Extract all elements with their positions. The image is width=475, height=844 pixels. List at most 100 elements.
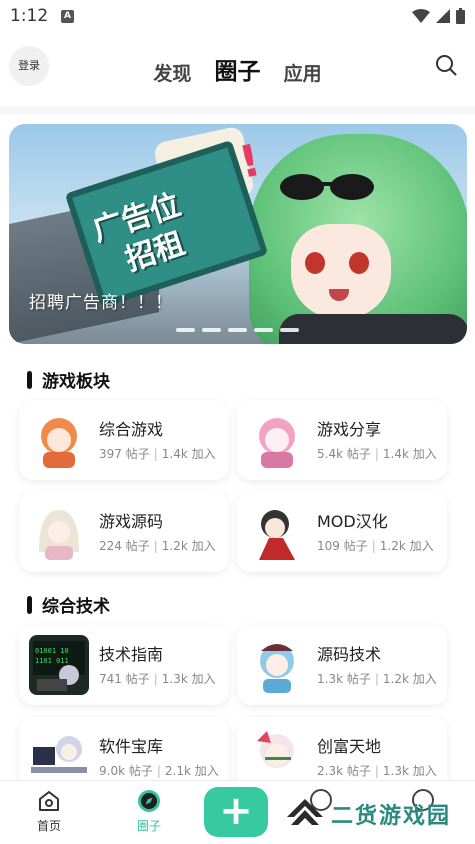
member-count: 1.2k 加入 bbox=[161, 539, 216, 553]
circle-card-game-share[interactable]: 游戏分享 5.4k 帖子 | 1.4k 加入 bbox=[237, 400, 447, 480]
promo-banner[interactable]: GO! 广告位 招租 招聘广告商！！！ bbox=[9, 124, 467, 344]
header-divider bbox=[0, 106, 475, 114]
nav-circle[interactable]: 圈子 bbox=[119, 789, 179, 834]
watermark-logo-icon bbox=[287, 799, 323, 825]
status-icons bbox=[412, 8, 465, 24]
banner-character-eye bbox=[305, 252, 325, 274]
wifi-icon bbox=[412, 9, 430, 23]
circle-stats: 397 帖子 | 1.4k 加入 bbox=[99, 445, 216, 462]
nav-home[interactable]: 首页 bbox=[19, 789, 79, 834]
post-count: 109 帖子 bbox=[317, 539, 368, 553]
tab-apps[interactable]: 应用 bbox=[284, 59, 322, 86]
member-count: 1.4k 加入 bbox=[382, 447, 437, 461]
circle-name: 软件宝库 bbox=[99, 737, 164, 756]
circle-name: 游戏源码 bbox=[99, 512, 164, 531]
banner-character-face bbox=[291, 224, 391, 319]
search-icon[interactable] bbox=[435, 54, 457, 76]
red-dress-chibi-avatar bbox=[247, 502, 307, 562]
banner-caption: 招聘广告商！！！ bbox=[29, 293, 173, 313]
post-count: 397 帖子 bbox=[99, 447, 150, 461]
notification-icon: A bbox=[61, 10, 74, 23]
circle-stats: 1.3k 帖子 | 1.2k 加入 bbox=[317, 670, 437, 687]
desk-chibi-avatar bbox=[29, 727, 89, 787]
pagination-dot[interactable] bbox=[202, 328, 221, 332]
section-marker bbox=[27, 595, 32, 614]
stats-separator: | bbox=[371, 539, 376, 553]
tab-discover[interactable]: 发现 bbox=[153, 59, 191, 86]
section-title-text: 综合技术 bbox=[42, 597, 110, 617]
post-count: 224 帖子 bbox=[99, 539, 150, 553]
stats-separator: | bbox=[374, 447, 379, 461]
signal-icon bbox=[436, 9, 450, 23]
stats-separator: | bbox=[374, 672, 379, 686]
nav-circle-label: 圈子 bbox=[136, 819, 161, 833]
compass-icon bbox=[138, 790, 160, 812]
svg-text:1101 011: 1101 011 bbox=[35, 657, 69, 665]
circle-stats: 9.0k 帖子 | 2.1k 加入 bbox=[99, 762, 219, 779]
pagination-dot[interactable] bbox=[280, 328, 299, 332]
watermark-text: 二货游戏园 bbox=[331, 804, 452, 829]
stats-separator: | bbox=[156, 764, 161, 778]
top-tabs: 发现 圈子 应用 bbox=[0, 52, 475, 86]
post-count: 741 帖子 bbox=[99, 672, 150, 686]
circle-name: 综合游戏 bbox=[99, 420, 164, 439]
stats-separator: | bbox=[153, 672, 158, 686]
status-bar: 1:12 A bbox=[0, 0, 475, 34]
orange-hair-chibi-avatar bbox=[29, 410, 89, 470]
computer-chibi-avatar: 01001 10 1101 011 bbox=[29, 635, 89, 695]
pagination-dot[interactable] bbox=[254, 328, 273, 332]
top-header: 登录 发现 圈子 应用 bbox=[0, 40, 475, 96]
member-count: 1.3k 加入 bbox=[382, 764, 437, 778]
blue-hair-chibi-avatar bbox=[247, 635, 307, 695]
pagination-dot[interactable] bbox=[176, 328, 195, 332]
post-count: 1.3k 帖子 bbox=[317, 672, 371, 686]
add-post-button[interactable]: + bbox=[204, 787, 268, 837]
circle-card-tech-guide[interactable]: 01001 10 1101 011 技术指南 741 帖子 | 1.3k 加入 bbox=[19, 625, 229, 705]
banner-character-jacket bbox=[279, 314, 467, 344]
sunglasses-illustration bbox=[280, 174, 374, 200]
banner-character-eye bbox=[349, 252, 369, 274]
circle-card-mod-localization[interactable]: MOD汉化 109 帖子 | 1.2k 加入 bbox=[237, 492, 447, 572]
circle-card-source-tech[interactable]: 源码技术 1.3k 帖子 | 1.2k 加入 bbox=[237, 625, 447, 705]
tab-circle[interactable]: 圈子 bbox=[215, 52, 261, 86]
circle-stats: 109 帖子 | 1.2k 加入 bbox=[317, 537, 434, 554]
circle-name: MOD汉化 bbox=[317, 512, 388, 531]
circle-name: 技术指南 bbox=[99, 645, 164, 664]
stats-separator: | bbox=[153, 539, 158, 553]
circle-card-general-games[interactable]: 综合游戏 397 帖子 | 1.4k 加入 bbox=[19, 400, 229, 480]
member-count: 2.1k 加入 bbox=[164, 764, 219, 778]
white-hair-chibi-avatar bbox=[247, 727, 307, 787]
pagination-dot[interactable] bbox=[228, 328, 247, 332]
circle-card-game-source[interactable]: 游戏源码 224 帖子 | 1.2k 加入 bbox=[19, 492, 229, 572]
circle-stats: 224 帖子 | 1.2k 加入 bbox=[99, 537, 216, 554]
bottom-navigation: 首页 圈子 + 二货游戏园 bbox=[0, 780, 475, 844]
watermark: 二货游戏园 bbox=[285, 797, 451, 831]
member-count: 1.4k 加入 bbox=[161, 447, 216, 461]
pink-hair-chibi-avatar bbox=[247, 410, 307, 470]
svg-text:01001 10: 01001 10 bbox=[35, 647, 69, 655]
status-time: 1:12 bbox=[10, 6, 49, 26]
member-count: 1.2k 加入 bbox=[379, 539, 434, 553]
banner-pagination bbox=[176, 328, 299, 332]
post-count: 9.0k 帖子 bbox=[99, 764, 153, 778]
post-count: 2.3k 帖子 bbox=[317, 764, 371, 778]
nav-home-label: 首页 bbox=[36, 819, 61, 833]
section-marker bbox=[27, 370, 32, 389]
hooded-chibi-avatar bbox=[29, 502, 89, 562]
circle-name: 游戏分享 bbox=[317, 420, 382, 439]
circle-stats: 741 帖子 | 1.3k 加入 bbox=[99, 670, 216, 687]
section-title-games: 游戏板块 bbox=[27, 367, 110, 392]
circle-name: 源码技术 bbox=[317, 645, 382, 664]
home-icon bbox=[39, 791, 59, 811]
stats-separator: | bbox=[374, 764, 379, 778]
circle-stats: 5.4k 帖子 | 1.4k 加入 bbox=[317, 445, 437, 462]
section-title-tech: 综合技术 bbox=[27, 592, 110, 617]
battery-icon bbox=[456, 8, 465, 24]
section-title-text: 游戏板块 bbox=[42, 372, 110, 392]
member-count: 1.2k 加入 bbox=[382, 672, 437, 686]
post-count: 5.4k 帖子 bbox=[317, 447, 371, 461]
stats-separator: | bbox=[153, 447, 158, 461]
circle-name: 创富天地 bbox=[317, 737, 382, 756]
circle-stats: 2.3k 帖子 | 1.3k 加入 bbox=[317, 762, 437, 779]
member-count: 1.3k 加入 bbox=[161, 672, 216, 686]
